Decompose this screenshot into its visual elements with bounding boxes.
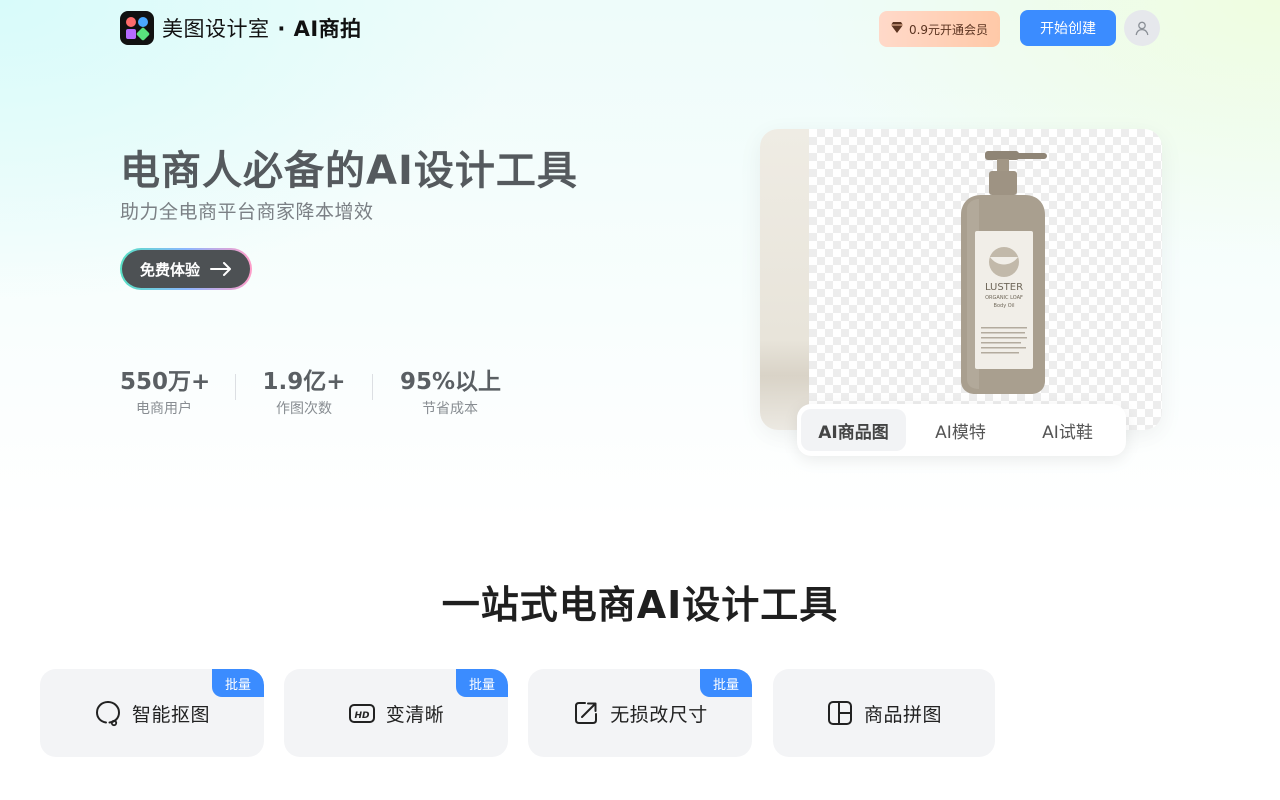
- original-photo-strip: [760, 129, 809, 430]
- tool-card-label: 变清晰: [385, 703, 445, 726]
- stat-divider: [235, 374, 236, 400]
- stat-users: 550万+ 电商用户: [120, 362, 211, 418]
- site-logo[interactable]: 美图设计室 · AI商拍: [120, 11, 362, 45]
- stat-divider: [372, 374, 373, 400]
- stat-value: 95%以上: [400, 369, 502, 395]
- tools-section-title: 一站式电商AI设计工具: [441, 583, 839, 627]
- logo-text-sub: · AI商拍: [277, 17, 362, 41]
- batch-badge: 批量: [456, 669, 508, 697]
- user-icon: [1134, 20, 1150, 36]
- tool-card-resize[interactable]: 无损改尺寸 批量: [528, 669, 752, 757]
- diamond-icon: [890, 22, 903, 36]
- batch-badge: 批量: [700, 669, 752, 697]
- product-showcase: LUSTER ORGANIC LOAF Body Oil: [760, 129, 1162, 430]
- resize-icon: [572, 699, 600, 727]
- vip-button[interactable]: 0.9元开通会员: [879, 11, 1000, 47]
- free-trial-label: 免费体验: [139, 260, 200, 279]
- stat-label: 作图次数: [276, 401, 332, 417]
- tool-card-collage[interactable]: 商品拼图: [773, 669, 995, 757]
- transparent-background-preview: LUSTER ORGANIC LOAF Body Oil: [809, 129, 1162, 430]
- stat-savings: 95%以上 节省成本: [400, 362, 502, 418]
- collage-icon: [826, 699, 854, 727]
- tool-card-label: 无损改尺寸: [610, 703, 708, 726]
- free-trial-button-inner: 免费体验: [122, 250, 250, 288]
- start-create-button[interactable]: 开始创建: [1020, 10, 1116, 46]
- tool-card-cutout[interactable]: 智能抠图 批量: [40, 669, 264, 757]
- product-line-text: ORGANIC LOAF: [985, 295, 1023, 301]
- hd-icon: HD: [348, 699, 376, 727]
- tool-card-label: 智能抠图: [131, 703, 210, 726]
- stat-label: 电商用户: [136, 401, 192, 417]
- user-avatar[interactable]: [1124, 10, 1160, 46]
- vip-button-label: 0.9元开通会员: [908, 22, 989, 37]
- cutout-icon: [94, 699, 122, 727]
- stat-designs: 1.9亿+ 作图次数: [262, 362, 346, 418]
- tool-card-enhance[interactable]: HD 变清晰 批量: [284, 669, 508, 757]
- logo-text: 美图设计室 · AI商拍: [162, 13, 362, 43]
- tab-ai-product-image[interactable]: AI商品图: [801, 409, 906, 451]
- product-bottle-image: LUSTER ORGANIC LOAF Body Oil: [961, 151, 1047, 394]
- showcase-tabs: AI商品图 AI模特 AI试鞋: [797, 404, 1126, 456]
- tab-ai-model[interactable]: AI模特: [908, 409, 1013, 451]
- top-header: 美图设计室 · AI商拍 0.9元开通会员 开始创建: [0, 0, 1280, 56]
- product-type-text: Body Oil: [994, 303, 1015, 309]
- tab-ai-shoe-tryon[interactable]: AI试鞋: [1015, 409, 1120, 451]
- tool-card-label: 商品拼图: [863, 703, 942, 726]
- logo-icon: [120, 11, 154, 45]
- free-trial-button[interactable]: 免费体验: [120, 248, 252, 290]
- logo-text-main: 美图设计室: [162, 17, 270, 41]
- arrow-right-icon: [210, 262, 232, 276]
- svg-text:HD: HD: [354, 711, 370, 721]
- hero-title: 电商人必备的AI设计工具: [120, 148, 578, 194]
- hero-subtitle: 助力全电商平台商家降本增效: [120, 201, 374, 223]
- stat-label: 节省成本: [422, 401, 478, 417]
- batch-badge: 批量: [212, 669, 264, 697]
- stat-value: 1.9亿+: [262, 369, 346, 395]
- stat-value: 550万+: [120, 369, 211, 395]
- product-brand-text: LUSTER: [985, 282, 1023, 293]
